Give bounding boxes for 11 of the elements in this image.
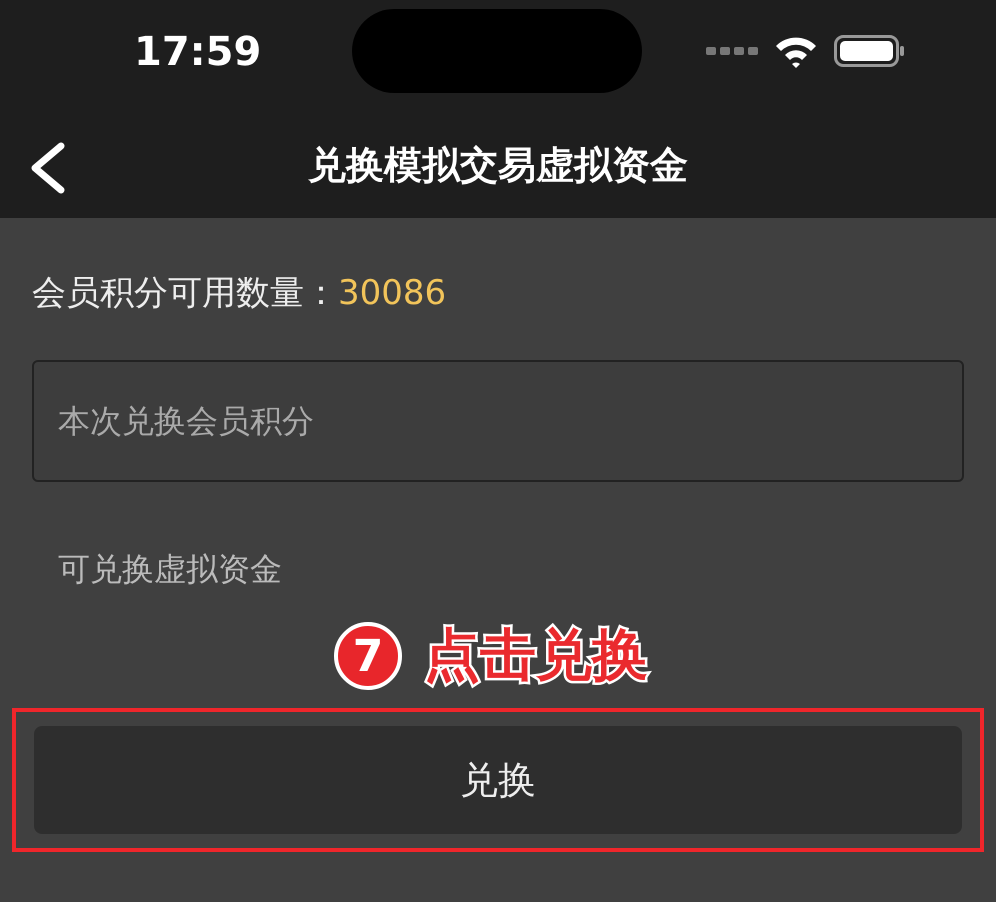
step-number-badge: 7 [334,622,402,690]
result-label: 可兑换虚拟资金 [58,549,283,590]
points-input-field[interactable]: 本次兑换会员积分 [32,360,964,482]
signal-icon [706,46,758,56]
points-label: 会员积分可用数量： [32,272,338,315]
annotation-text: 点击兑换 [424,622,648,690]
status-time: 17:59 [134,29,262,75]
battery-icon [834,35,906,67]
page-title: 兑换模拟交易虚拟资金 [308,142,688,188]
points-value: 30086 [338,273,446,313]
exchange-button[interactable]: 兑换 [34,726,962,834]
